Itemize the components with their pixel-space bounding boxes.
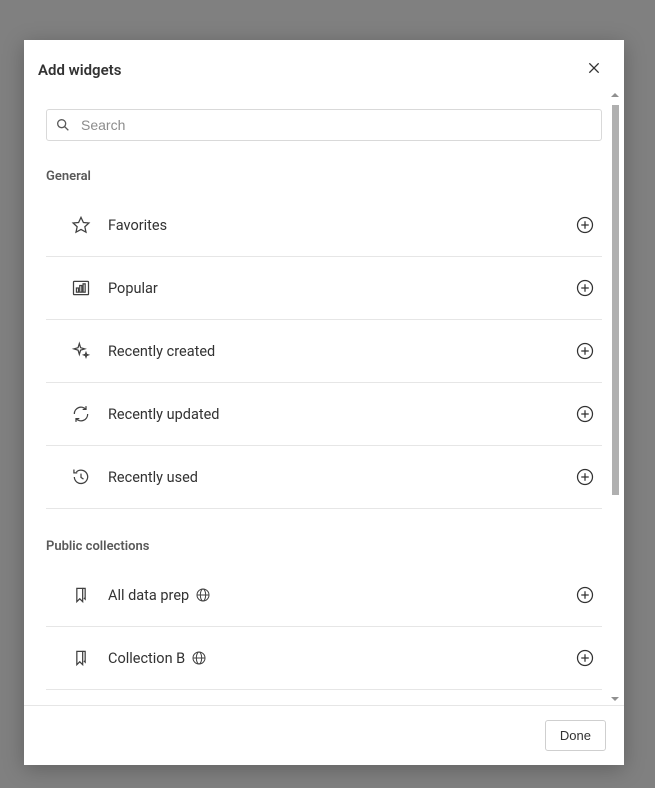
bookmark-icon — [70, 647, 92, 669]
search-box[interactable] — [46, 109, 602, 141]
plus-circle-icon — [575, 341, 595, 361]
list-item: Recently created — [46, 320, 602, 383]
list-item: All data prep — [46, 564, 602, 627]
item-label-wrap: Collection B — [108, 650, 207, 667]
item-label: Collection B — [108, 650, 185, 667]
plus-circle-icon — [575, 215, 595, 235]
globe-icon — [191, 650, 207, 666]
list-item: Recently updated — [46, 383, 602, 446]
done-button[interactable]: Done — [545, 720, 606, 751]
star-icon — [70, 214, 92, 236]
refresh-icon — [70, 403, 92, 425]
list-item: Recently used — [46, 446, 602, 509]
item-label: All data prep — [108, 587, 189, 604]
add-button[interactable] — [574, 277, 596, 299]
section-general: General Favorites Popular — [46, 169, 602, 509]
popular-icon — [70, 277, 92, 299]
add-button[interactable] — [574, 340, 596, 362]
modal-header: Add widgets — [24, 40, 624, 89]
modal-body: General Favorites Popular — [24, 89, 624, 705]
plus-circle-icon — [575, 278, 595, 298]
item-label: Recently used — [108, 469, 574, 486]
plus-circle-icon — [575, 404, 595, 424]
item-label: Recently created — [108, 343, 574, 360]
history-icon — [70, 466, 92, 488]
search-icon — [55, 117, 71, 133]
globe-icon — [195, 587, 211, 603]
list-item: Collection B — [46, 627, 602, 690]
scroll-up-arrow[interactable] — [611, 93, 619, 97]
add-widgets-modal: Add widgets General Favo — [24, 40, 624, 765]
section-public-collections: Public collections All data prep — [46, 539, 602, 690]
modal-title: Add widgets — [38, 61, 121, 79]
scroll-thumb[interactable] — [612, 105, 619, 495]
sparkle-icon — [70, 340, 92, 362]
list-item: Favorites — [46, 194, 602, 257]
item-label: Recently updated — [108, 406, 574, 423]
add-button[interactable] — [574, 214, 596, 236]
item-label: Popular — [108, 280, 574, 297]
plus-circle-icon — [575, 585, 595, 605]
item-label: Favorites — [108, 217, 574, 234]
add-button[interactable] — [574, 466, 596, 488]
search-input[interactable] — [79, 116, 593, 134]
list-item: Popular — [46, 257, 602, 320]
scrollbar[interactable] — [608, 91, 622, 703]
plus-circle-icon — [575, 648, 595, 668]
modal-footer: Done — [24, 705, 624, 765]
scroll-down-arrow[interactable] — [611, 697, 619, 701]
add-button[interactable] — [574, 584, 596, 606]
plus-circle-icon — [575, 467, 595, 487]
close-icon — [586, 60, 602, 76]
modal-body-wrap: General Favorites Popular — [24, 89, 624, 705]
close-button[interactable] — [582, 56, 606, 83]
item-label-wrap: All data prep — [108, 587, 211, 604]
bookmark-icon — [70, 584, 92, 606]
section-title-public: Public collections — [46, 539, 602, 554]
add-button[interactable] — [574, 403, 596, 425]
section-title-general: General — [46, 169, 602, 184]
add-button[interactable] — [574, 647, 596, 669]
